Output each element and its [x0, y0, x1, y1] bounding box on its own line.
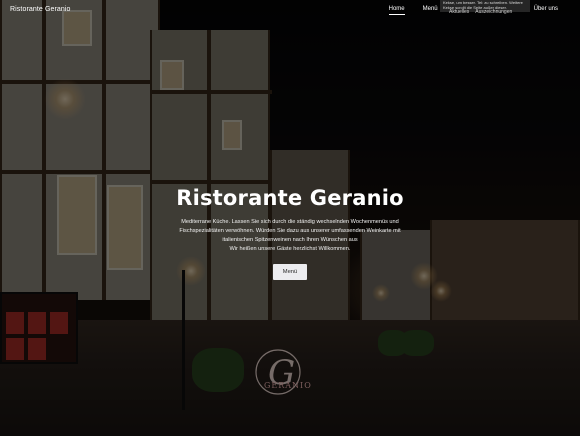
hero-description: Mediterrane Küche. Lassen Sie sich durch… — [170, 218, 410, 254]
main-nav: Home Menü Über uns — [367, 6, 558, 15]
nav-item-menu[interactable]: Menü — [423, 6, 438, 15]
logo-wordmark: GERANIO — [264, 381, 312, 390]
nav-item-about[interactable]: Über uns — [534, 6, 558, 15]
site-brand[interactable]: Ristorante Geranio — [10, 6, 71, 13]
hero-description-line: Wir heißen unsere Gäste herzlichst Willk… — [229, 246, 351, 252]
hero-description-line: Mediterrane Küche. Lassen Sie sich durch… — [181, 219, 399, 225]
hero-content: Ristorante Geranio Mediterrane Küche. La… — [0, 186, 580, 280]
top-navigation: Ristorante Geranio Kekse, um besser. Tel… — [0, 0, 580, 22]
menu-button[interactable]: Menü — [273, 264, 307, 280]
geranio-logo: G GERANIO — [244, 344, 322, 406]
hero-description-line: Fischspezialitäten verwöhnen. Würden Sie… — [179, 228, 401, 234]
hero-title: Ristorante Geranio — [176, 186, 404, 210]
nav-item-home[interactable]: Home — [388, 6, 405, 15]
hero-description-line: italienischen Spitzenweinen nach Ihren W… — [222, 237, 358, 243]
